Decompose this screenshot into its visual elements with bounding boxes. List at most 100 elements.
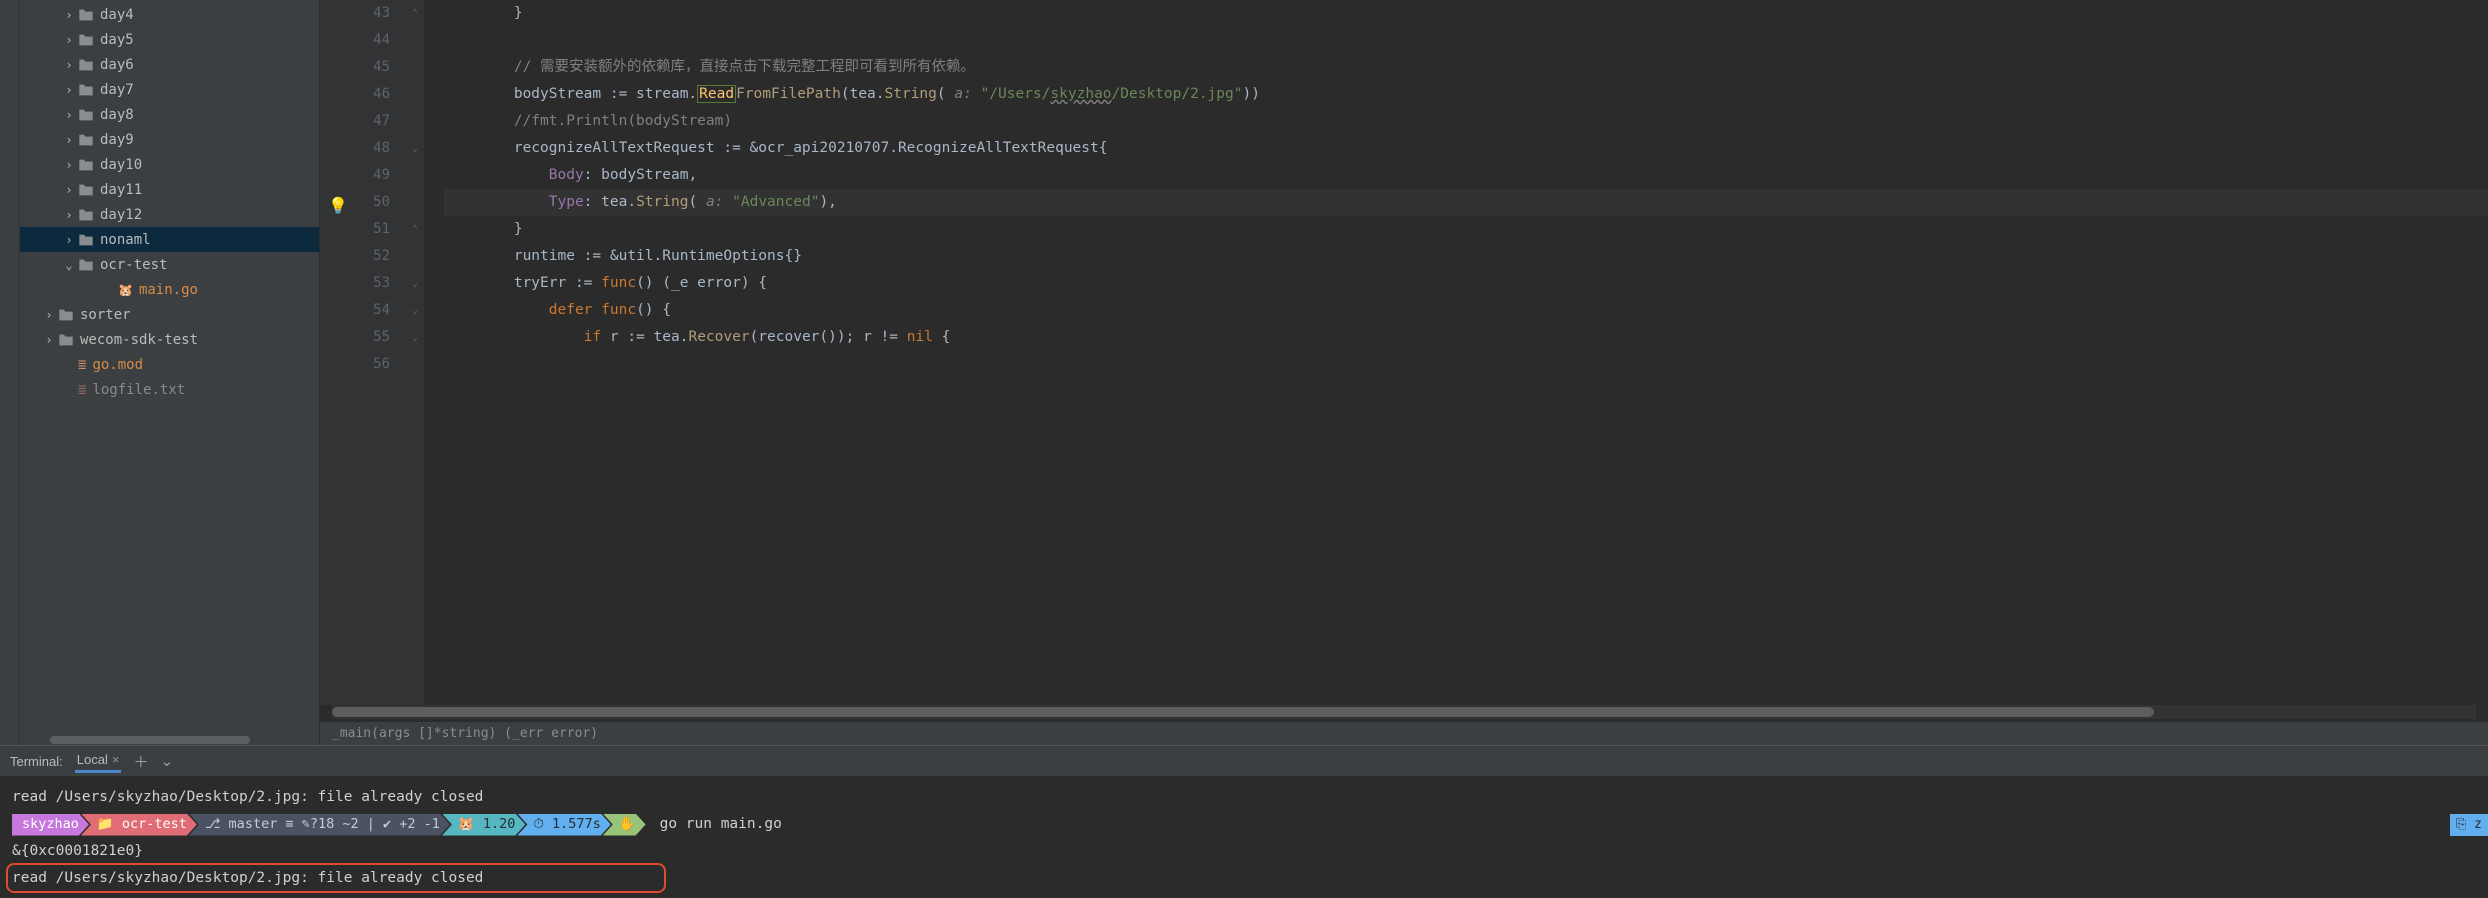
tree-item-day8[interactable]: › day8 (20, 102, 319, 127)
expand-arrow[interactable]: › (60, 183, 78, 197)
code-line-52[interactable]: runtime := &util.RuntimeOptions{} (444, 243, 2488, 270)
prompt-user: skyzhao (12, 814, 89, 836)
expand-arrow[interactable]: › (60, 108, 78, 122)
tree-item-main-go[interactable]: 🐹main.go (20, 277, 319, 302)
tree-item-sorter[interactable]: › sorter (20, 302, 319, 327)
code-line-56[interactable] (444, 351, 2488, 378)
tree-item-day6[interactable]: › day6 (20, 52, 319, 77)
tree-label: sorter (80, 307, 131, 323)
tree-item-logfile-txt[interactable]: ≣logfile.txt (20, 377, 319, 402)
tree-item-nonaml[interactable]: ›nonaml (20, 227, 319, 252)
editor-hscroll[interactable] (332, 705, 2476, 719)
expand-arrow[interactable]: › (40, 308, 58, 322)
terminal-command: go run main.go (660, 811, 782, 838)
tree-label: wecom-sdk-test (80, 332, 198, 348)
code-line-46[interactable]: bodyStream := stream.ReadFromFilePath(te… (444, 81, 2488, 108)
fold-marker[interactable]: ⌄ (412, 270, 418, 297)
project-tree[interactable]: ›day4›day5›day6›day7›day8›day9›day10›day… (20, 0, 320, 745)
code-line-55[interactable]: if r := tea.Recover(recover()); r != nil… (444, 324, 2488, 351)
folder-icon (78, 207, 94, 223)
fold-column[interactable]: ⌃⌄⌃⌄⌄⌄ (410, 0, 424, 705)
code-line-50[interactable]: Type: tea.String( a: "Advanced"), (444, 189, 2488, 216)
expand-arrow[interactable]: › (60, 33, 78, 47)
code-line-53[interactable]: tryErr := func() (_e error) { (444, 270, 2488, 297)
expand-arrow[interactable]: › (60, 58, 78, 72)
code-line-51[interactable]: } (444, 216, 2488, 243)
editor[interactable]: 43444546474849💡50515253545556 ⌃⌄⌃⌄⌄⌄ } /… (320, 0, 2488, 745)
code-line-47[interactable]: //fmt.Println(bodyStream) (444, 108, 2488, 135)
go-file-icon: 🐹 (118, 283, 133, 297)
fold-marker[interactable]: ⌄ (412, 324, 418, 351)
prompt-time: ⏱ 1.577s (517, 814, 610, 836)
new-terminal-button[interactable]: ＋ (133, 751, 148, 772)
folder-icon (78, 57, 94, 73)
tree-item-wecom-sdk-test[interactable]: › wecom-sdk-test (20, 327, 319, 352)
folder-icon (78, 7, 94, 23)
expand-arrow[interactable]: › (60, 8, 78, 22)
tree-label: logfile.txt (92, 382, 185, 398)
code-body[interactable]: } // 需要安装额外的依赖库，直接点击下载完整工程即可看到所有依赖。 body… (424, 0, 2488, 705)
expand-arrow[interactable]: › (60, 158, 78, 172)
tree-item-day7[interactable]: › day7 (20, 77, 319, 102)
prompt-dir: 📁 ocr-test (81, 814, 197, 836)
tree-label: day8 (100, 107, 134, 123)
folder-icon (78, 132, 94, 148)
fold-marker[interactable]: ⌄ (412, 135, 418, 162)
folder-icon (78, 32, 94, 48)
ide-left-gutter (0, 0, 20, 745)
tree-item-ocr-test[interactable]: ⌄ ocr-test (20, 252, 319, 277)
fold-marker[interactable]: ⌃ (412, 0, 418, 27)
fold-marker[interactable]: ⌄ (412, 297, 418, 324)
expand-arrow[interactable]: › (60, 208, 78, 222)
prompt-right: ⎘ z (2450, 814, 2488, 836)
tree-label: day7 (100, 82, 134, 98)
tree-item-day5[interactable]: ›day5 (20, 27, 319, 52)
code-line-54[interactable]: defer func() { (444, 297, 2488, 324)
terminal-dropdown[interactable]: ⌄ (160, 752, 173, 770)
folder-icon (78, 157, 94, 173)
tree-label: day12 (100, 207, 142, 223)
tree-label: day6 (100, 57, 134, 73)
error-highlight (6, 863, 666, 893)
expand-arrow[interactable]: ⌄ (60, 258, 78, 272)
fold-marker[interactable]: ⌃ (412, 216, 418, 243)
code-line-48[interactable]: recognizeAllTextRequest := &ocr_api20210… (444, 135, 2488, 162)
folder-icon (58, 307, 74, 323)
folder-icon (78, 232, 94, 248)
tree-label: go.mod (92, 357, 143, 373)
folder-icon (78, 82, 94, 98)
tree-item-day4[interactable]: › day4 (20, 2, 319, 27)
terminal-panel[interactable]: Terminal: Local× ＋ ⌄ read /Users/skyzhao… (0, 745, 2488, 898)
tree-item-go-mod[interactable]: ≣ go.mod (20, 352, 319, 377)
code-line-43[interactable]: } (444, 0, 2488, 27)
tree-label: day10 (100, 157, 142, 173)
code-line-44[interactable] (444, 27, 2488, 54)
breadcrumb[interactable]: _main(args []*string) (_err error) (320, 721, 2488, 745)
file-icon: ≣ (78, 357, 86, 373)
expand-arrow[interactable]: › (60, 133, 78, 147)
tree-item-day10[interactable]: › day10 (20, 152, 319, 177)
expand-arrow[interactable]: › (60, 233, 78, 247)
terminal-body[interactable]: read /Users/skyzhao/Desktop/2.jpg: file … (0, 776, 2488, 898)
terminal-output-line: &{0xc0001821e0} (12, 838, 2476, 865)
terminal-prompt[interactable]: skyzhao📁 ocr-test⎇ master ≡ ✎?18 ~2 | ✔ … (12, 811, 2476, 838)
terminal-tab-local[interactable]: Local× (75, 750, 122, 773)
tree-label: day11 (100, 182, 142, 198)
tree-label: ocr-test (100, 257, 167, 273)
tree-item-day11[interactable]: › day11 (20, 177, 319, 202)
expand-arrow[interactable]: › (60, 83, 78, 97)
tree-label: day9 (100, 132, 134, 148)
terminal-output-line: read /Users/skyzhao/Desktop/2.jpg: file … (12, 784, 2476, 811)
code-line-45[interactable]: // 需要安装额外的依赖库，直接点击下载完整工程即可看到所有依赖。 (444, 54, 2488, 81)
sidebar-hscroll[interactable] (20, 735, 319, 745)
close-tab-icon[interactable]: × (112, 752, 120, 767)
lightbulb-icon[interactable]: 💡 (328, 192, 348, 219)
tree-item-day9[interactable]: › day9 (20, 127, 319, 152)
prompt-git: ⎇ master ≡ ✎?18 ~2 | ✔ +2 -1 (189, 814, 450, 836)
code-line-49[interactable]: Body: bodyStream, (444, 162, 2488, 189)
tree-label: day4 (100, 7, 134, 23)
expand-arrow[interactable]: › (40, 333, 58, 347)
terminal-tabs: Terminal: Local× ＋ ⌄ (0, 746, 2488, 776)
folder-icon (78, 257, 94, 273)
tree-item-day12[interactable]: › day12 (20, 202, 319, 227)
